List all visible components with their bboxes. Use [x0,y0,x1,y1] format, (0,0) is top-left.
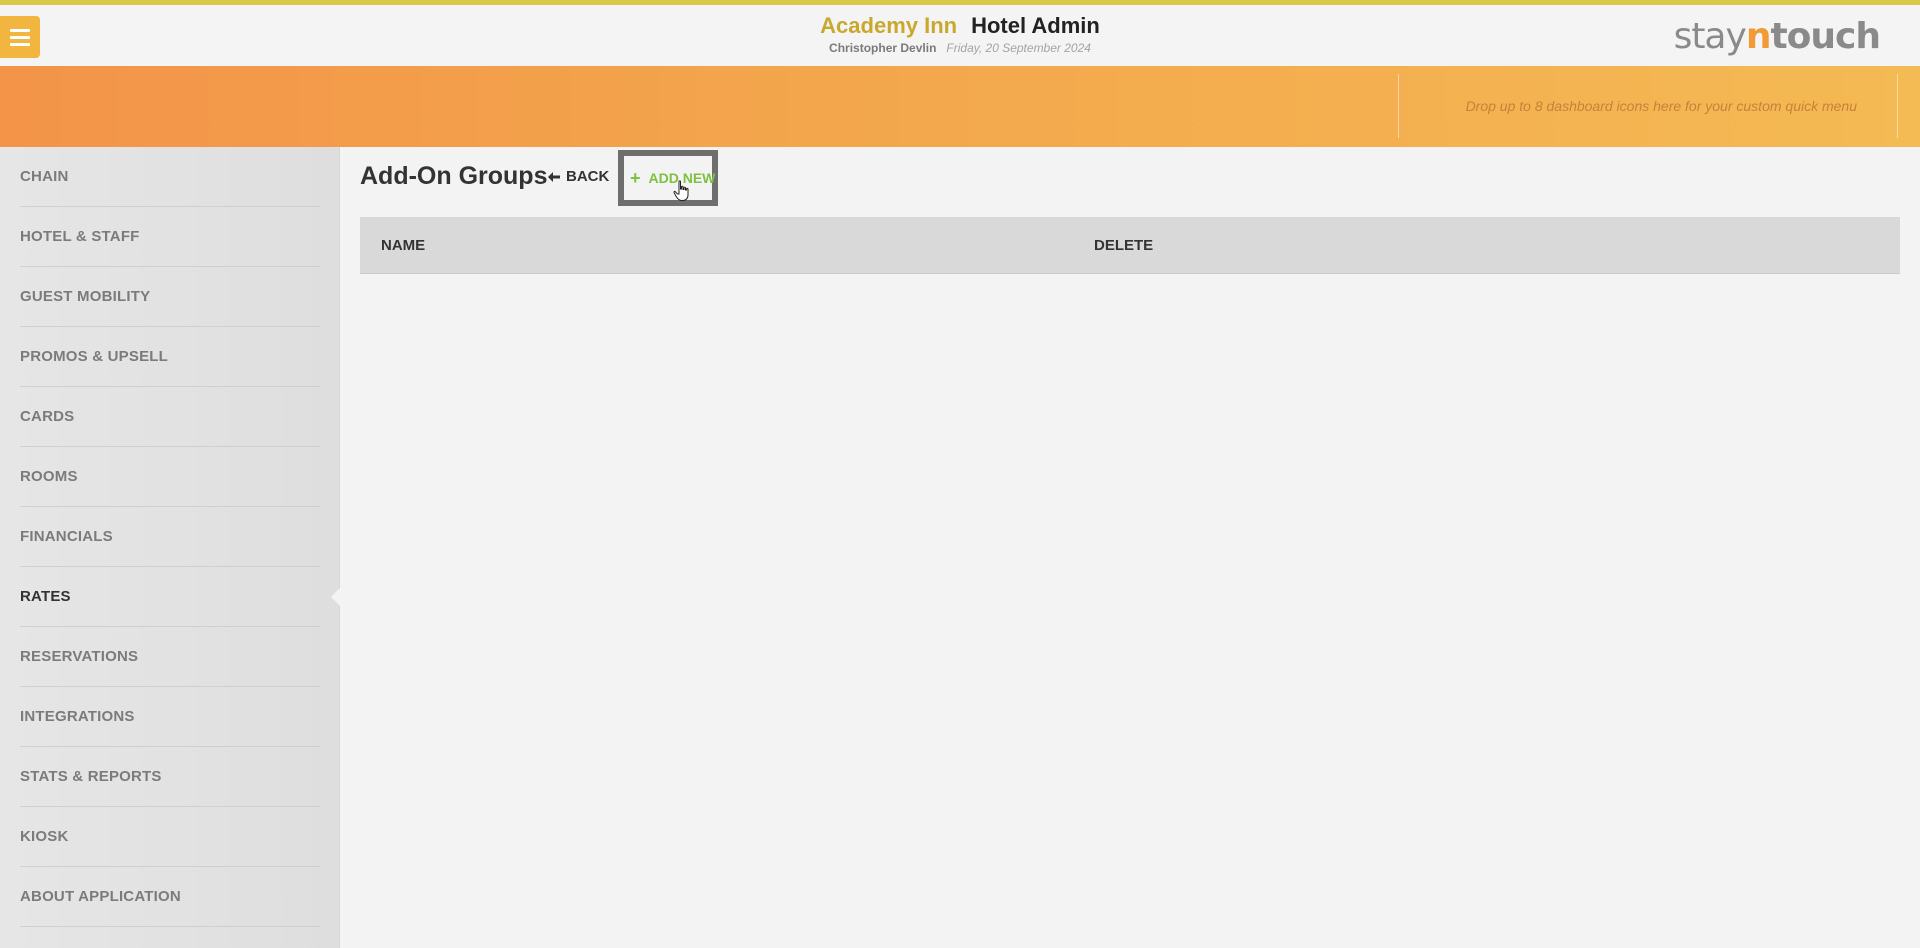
back-button[interactable]: BACK [548,168,609,186]
back-label: BACK [566,168,610,185]
sidebar-item-financials[interactable]: FINANCIALS [20,507,320,567]
sidebar-item-chain[interactable]: CHAIN [20,147,320,207]
sidebar-item-rooms[interactable]: ROOMS [20,447,320,507]
active-item-pointer [331,587,341,607]
hand-pointer-icon [673,180,689,201]
quick-menu-band: Drop up to 8 dashboard icons here for yo… [0,66,1920,147]
user-name: Christopher Devlin [829,41,937,55]
quick-menu-dropzone[interactable]: Drop up to 8 dashboard icons here for yo… [1398,74,1898,138]
page-title: Add-On Groups [360,162,548,190]
quick-menu-hint: Drop up to 8 dashboard icons here for yo… [1465,98,1857,114]
app-title: Hotel Admin [971,13,1100,38]
sidebar-item-integrations[interactable]: INTEGRATIONS [20,687,320,747]
sidebar-item-promos-upsell[interactable]: PROMOS & UPSELL [20,327,320,387]
column-header-name[interactable]: NAME [381,217,425,274]
header-subtitle: Christopher Devlin Friday, 20 September 2… [0,40,1920,56]
sidebar-item-reservations[interactable]: RESERVATIONS [20,627,320,687]
sidebar-nav: CHAIN HOTEL & STAFF GUEST MOBILITY PROMO… [0,147,340,948]
stayntouch-logo: stayntouch [1673,16,1881,57]
sidebar-item-hotel-staff[interactable]: HOTEL & STAFF [20,207,320,267]
arrow-left-icon [548,172,560,182]
sidebar-item-rates[interactable]: RATES [20,567,320,627]
sidebar-item-about-application[interactable]: ABOUT APPLICATION [20,867,320,927]
table-header: NAME DELETE [360,217,1900,274]
hotel-name: Academy Inn [820,13,958,38]
column-header-delete: DELETE [1094,237,1154,254]
sidebar-item-stats-reports[interactable]: STATS & REPORTS [20,747,320,807]
current-date: Friday, 20 September 2024 [946,41,1091,55]
top-header: Academy Inn Hotel Admin Christopher Devli… [0,0,1920,66]
plus-icon: + [630,167,641,188]
sidebar-item-guest-mobility[interactable]: GUEST MOBILITY [20,267,320,327]
header-info: Academy Inn Hotel Admin Christopher Devli… [0,13,1920,56]
sidebar-item-kiosk[interactable]: KIOSK [20,807,320,867]
add-new-button[interactable]: + ADD NEW [618,150,718,206]
header-title: Academy Inn Hotel Admin [0,13,1920,39]
sidebar-item-cards[interactable]: CARDS [20,387,320,447]
